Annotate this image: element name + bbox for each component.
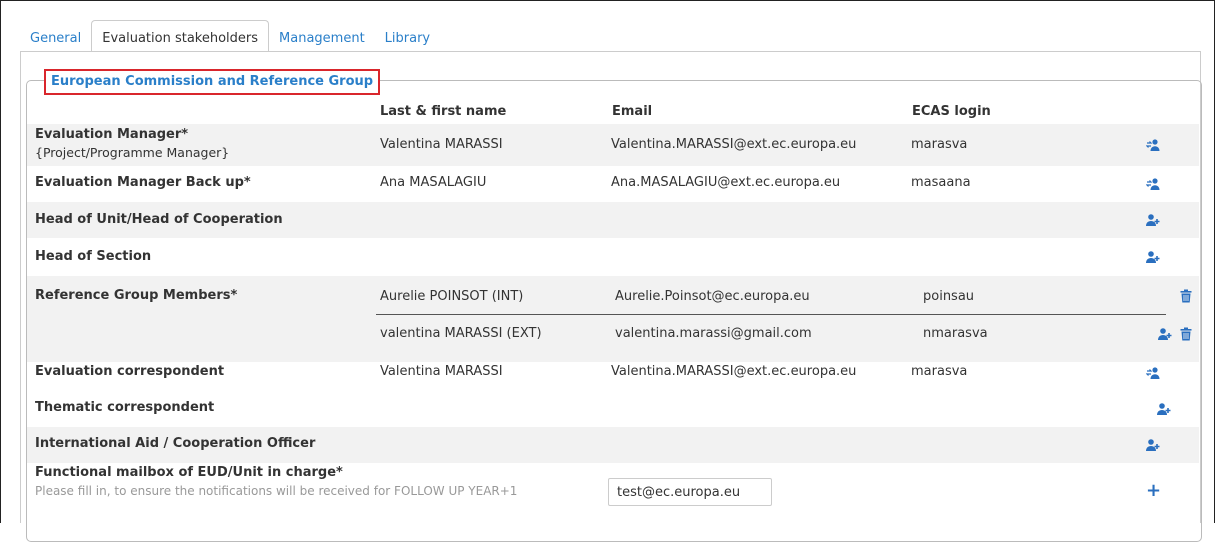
role-label: Evaluation correspondent xyxy=(35,364,225,379)
row-reference-group: Reference Group Members* Aurelie POINSOT… xyxy=(27,276,1199,362)
person-email: Valentina.MARASSI@ext.ec.europa.eu xyxy=(611,137,857,152)
role-label: Evaluation Manager* xyxy=(35,127,189,142)
row-evaluation-correspondent: Evaluation correspondent Valentina MARAS… xyxy=(27,355,1199,391)
mailbox-input[interactable] xyxy=(608,478,772,506)
row-evaluation-manager: Evaluation Manager* {Project/Programme M… xyxy=(27,124,1199,166)
row-international-aid: International Aid / Cooperation Officer xyxy=(27,427,1199,463)
row-thematic-correspondent: Thematic correspondent xyxy=(27,391,1199,427)
mailbox-hint: Please fill in, to ensure the notificati… xyxy=(35,484,518,498)
person-name: Valentina MARASSI xyxy=(380,137,503,152)
tab-general[interactable]: General xyxy=(20,20,91,52)
person-login: marasva xyxy=(911,364,968,379)
role-label: Functional mailbox of EUD/Unit in charge… xyxy=(35,465,343,480)
person-email: Valentina.MARASSI@ext.ec.europa.eu xyxy=(611,364,857,379)
user-add-icon[interactable] xyxy=(1158,327,1172,341)
row-head-of-unit: Head of Unit/Head of Cooperation xyxy=(27,202,1199,238)
role-label: Head of Unit/Head of Cooperation xyxy=(35,212,283,227)
trash-icon[interactable] xyxy=(1180,327,1194,341)
tab-evaluation-stakeholders[interactable]: Evaluation stakeholders xyxy=(91,20,270,52)
person-name: Ana MASALAGIU xyxy=(380,175,487,190)
plus-icon[interactable]: + xyxy=(1146,482,1161,500)
column-header-email: Email xyxy=(612,104,653,119)
person-login: masaana xyxy=(911,175,971,190)
row-head-of-section: Head of Section xyxy=(27,238,1199,276)
row-evaluation-manager-backup: Evaluation Manager Back up* Ana MASALAGI… xyxy=(27,166,1199,202)
role-label: Reference Group Members* xyxy=(35,288,238,303)
trash-icon[interactable] xyxy=(1180,289,1194,303)
column-header-login: ECAS login xyxy=(912,104,991,119)
member-login: nmarasva xyxy=(923,326,988,341)
user-swap-icon[interactable] xyxy=(1146,177,1160,191)
tab-library[interactable]: Library xyxy=(375,20,440,52)
user-add-icon[interactable] xyxy=(1146,250,1160,264)
user-swap-icon[interactable] xyxy=(1146,138,1160,152)
member-email: valentina.marassi@gmail.com xyxy=(615,326,812,341)
member-login: poinsau xyxy=(923,289,975,304)
role-label: Evaluation Manager Back up* xyxy=(35,175,251,190)
role-label: Head of Section xyxy=(35,249,152,264)
column-header-name: Last & first name xyxy=(380,104,507,119)
person-email: Ana.MASALAGIU@ext.ec.europa.eu xyxy=(611,175,841,190)
person-login: marasva xyxy=(911,137,968,152)
role-label: International Aid / Cooperation Officer xyxy=(35,436,316,451)
tab-bar: General Evaluation stakeholders Manageme… xyxy=(20,20,440,52)
role-sublabel: {Project/Programme Manager} xyxy=(35,145,230,160)
group-title: European Commission and Reference Group xyxy=(44,69,381,95)
member-name: Aurelie POINSOT (INT) xyxy=(380,289,524,304)
user-add-icon[interactable] xyxy=(1146,213,1160,227)
person-name: Valentina MARASSI xyxy=(380,364,503,379)
role-label: Thematic correspondent xyxy=(35,400,215,415)
tab-management[interactable]: Management xyxy=(269,20,375,52)
member-divider xyxy=(376,314,1166,315)
user-swap-icon[interactable] xyxy=(1146,366,1160,380)
member-name: valentina MARASSI (EXT) xyxy=(380,326,542,341)
user-add-icon[interactable] xyxy=(1157,402,1171,416)
member-email: Aurelie.Poinsot@ec.europa.eu xyxy=(615,289,810,304)
user-add-icon[interactable] xyxy=(1146,438,1160,452)
